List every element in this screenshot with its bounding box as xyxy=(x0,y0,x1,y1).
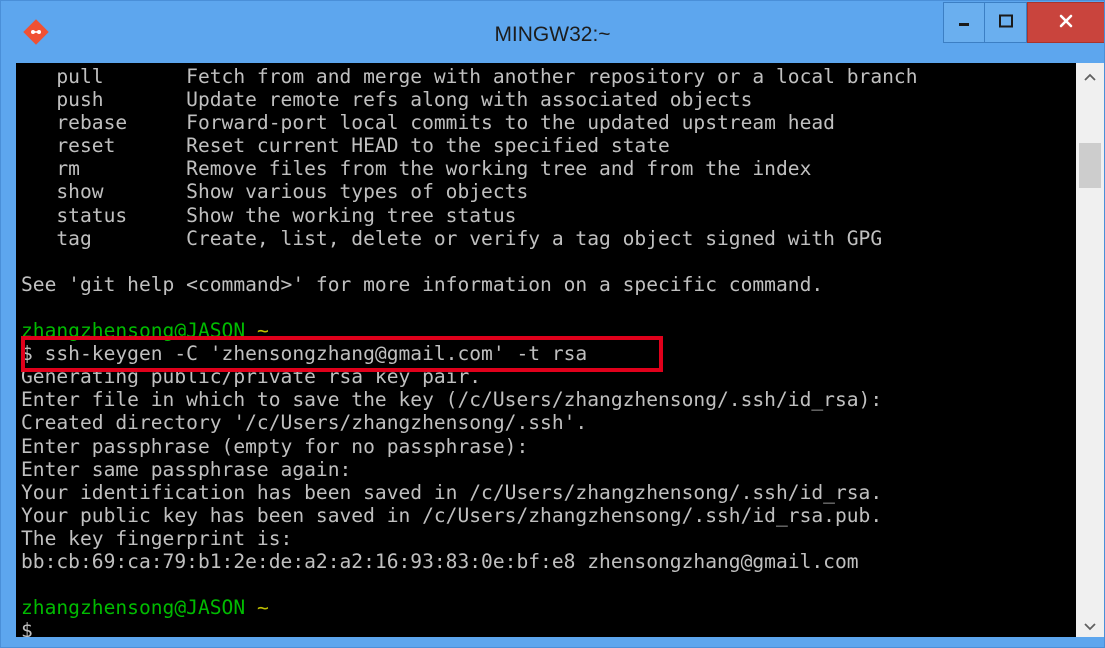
close-icon xyxy=(1058,13,1074,33)
help-line: reset Reset current HEAD to the specifie… xyxy=(21,134,670,158)
prompt-user-host: zhangzhensong@JASON xyxy=(21,319,246,343)
cursor-line: $ xyxy=(21,619,33,637)
prompt-directory: ~ xyxy=(256,596,269,620)
prompt-user-host: zhangzhensong@JASON xyxy=(21,596,246,620)
window-title: MINGW32:~ xyxy=(494,23,611,46)
prompt-line: zhangzhensong@JASON ~ xyxy=(21,319,918,342)
help-line: tag Create, list, delete or verify a tag… xyxy=(21,226,883,250)
fingerprint-line: bb:cb:69:ca:79:b1:2e:de:a2:a2:16:93:83:0… xyxy=(21,549,859,573)
minimize-icon xyxy=(957,13,971,32)
output-line: Your identification has been saved in /c… xyxy=(21,480,883,504)
close-button[interactable] xyxy=(1027,2,1104,43)
help-line: rebase Forward-port local commits to the… xyxy=(21,111,835,135)
chevron-up-icon xyxy=(1084,66,1096,85)
output-line: Enter same passphrase again: xyxy=(21,457,352,481)
output-line: Enter file in which to save the key (/c/… xyxy=(21,388,883,412)
output-line: The key fingerprint is: xyxy=(21,526,293,550)
output-line: Enter passphrase (empty for no passphras… xyxy=(21,434,529,458)
vertical-scrollbar[interactable] xyxy=(1076,63,1104,637)
minimize-button[interactable] xyxy=(943,2,985,43)
help-footer-line: See 'git help <command>' for more inform… xyxy=(21,272,824,296)
title-bar[interactable]: MINGW32:~ xyxy=(1,1,1104,63)
scroll-up-button[interactable] xyxy=(1076,63,1104,87)
maximize-button[interactable] xyxy=(985,2,1027,43)
terminal-window: MINGW32:~ pull Fetch from and merge with… xyxy=(0,0,1105,648)
prompt-line: zhangzhensong@JASON ~ xyxy=(21,596,918,619)
help-line: status Show the working tree status xyxy=(21,203,517,227)
scroll-down-button[interactable] xyxy=(1076,613,1104,637)
terminal-text: pull Fetch from and merge with another r… xyxy=(21,65,918,637)
window-bottom-border xyxy=(1,637,1104,647)
prompt-directory: ~ xyxy=(256,319,269,343)
chevron-down-icon xyxy=(1084,616,1096,635)
help-line: rm Remove files from the working tree an… xyxy=(21,157,812,181)
maximize-icon xyxy=(998,13,1014,32)
help-line: pull Fetch from and merge with another r… xyxy=(21,65,918,88)
ssh-keygen-command: $ ssh-keygen -C 'zhensongzhang@gmail.com… xyxy=(21,342,588,366)
help-line: push Update remote refs along with assoc… xyxy=(21,88,753,112)
help-line: show Show various types of objects xyxy=(21,180,529,204)
output-line: Generating public/private rsa key pair. xyxy=(21,365,482,389)
output-line: Created directory '/c/Users/zhangzhenson… xyxy=(21,411,588,435)
output-line: Your public key has been saved in /c/Use… xyxy=(21,503,883,527)
scroll-thumb[interactable] xyxy=(1079,143,1101,188)
terminal-output[interactable]: pull Fetch from and merge with another r… xyxy=(16,63,1076,637)
